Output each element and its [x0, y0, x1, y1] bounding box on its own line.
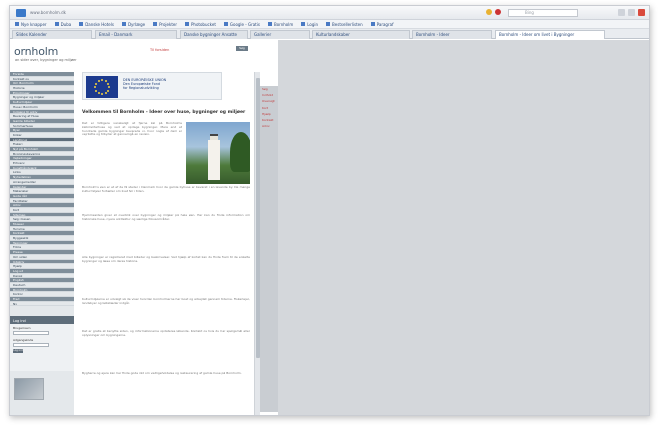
sidebar-item[interactable]: Ny — [10, 302, 74, 307]
favorite-link[interactable]: Duba — [54, 21, 72, 27]
favorite-link[interactable]: Login — [301, 22, 318, 27]
site-logo[interactable]: ornholm — [14, 45, 58, 58]
browser-icon — [16, 9, 26, 17]
star-icon — [107, 82, 110, 85]
favorite-icon — [301, 22, 306, 26]
login-button[interactable]: Log ind — [13, 349, 23, 353]
left-sidebar: Forside Kontakt os Om Bornholm Historie Erin… — [10, 72, 74, 415]
nav-list: Forside Kontakt os Om Bornholm Historie Erin… — [10, 72, 74, 307]
favorite-link[interactable]: Dyrlæge — [121, 21, 146, 27]
favorite-link[interactable]: Danske Hotels — [79, 22, 114, 27]
paragraph-1: Det er tidligere vanskeligt at fjerne ka… — [82, 122, 182, 137]
address-bar-row: www.bornholm.dk Bing — [10, 6, 649, 20]
favorite-link[interactable]: Paragraf — [370, 21, 394, 27]
favorite-link[interactable]: Bestsellerlisten — [326, 22, 363, 27]
search-button[interactable]: Søg — [236, 46, 248, 51]
password-field[interactable] — [13, 343, 49, 347]
browser-tab[interactable]: Bornholm - Ideer — [412, 30, 492, 39]
browser-window: www.bornholm.dk Bing Nye knapper Duba Dans… — [9, 5, 650, 416]
username-label: Brugernavn — [13, 326, 31, 330]
star-icon — [94, 82, 97, 85]
favorite-icon — [370, 22, 375, 26]
lighthouse-tower — [208, 140, 220, 180]
star-icon — [101, 93, 103, 95]
favorite-icon — [79, 22, 84, 26]
favorite-label: Paragraf — [376, 21, 394, 27]
password-label: Adgangskode — [13, 338, 34, 342]
favorite-label: Bestsellerlisten — [332, 21, 363, 27]
favorite-link[interactable]: Google - Gratis — [223, 21, 260, 27]
star-icon — [97, 92, 100, 95]
minimize-icon[interactable] — [618, 9, 625, 16]
sidebar-thumbnail[interactable] — [14, 378, 44, 400]
username-field[interactable] — [13, 331, 49, 335]
favorite-label: Duba — [60, 21, 72, 27]
favorite-icon — [326, 22, 331, 26]
favorites-bar: Nye knapper Duba Danske Hotels Dyrlæge Proje… — [10, 20, 649, 29]
favorite-icon — [223, 22, 228, 26]
star-icon — [94, 86, 96, 88]
favorite-icon — [54, 22, 59, 26]
web-page: ornholm an sider over, bygninger og milj… — [10, 40, 278, 415]
browser-tab[interactable]: Danske bygninger Ansatte — [180, 30, 248, 39]
lighthouse-photo — [186, 122, 250, 184]
star-icon — [108, 86, 110, 88]
address-input[interactable]: www.bornholm.dk — [30, 8, 120, 17]
window-controls — [618, 9, 645, 16]
star-icon — [107, 89, 110, 92]
browser-tab[interactable]: Gallerier — [250, 30, 310, 39]
eu-banner-text: DEN EUROPÆISKE UNION Den Europæiske Fond… — [123, 78, 167, 91]
tree — [230, 132, 250, 172]
favorite-link[interactable]: Photobucket — [185, 22, 216, 27]
star-icon — [94, 89, 97, 92]
favorites-star-icon[interactable] — [486, 9, 492, 15]
favorite-label: Dyrlæge — [127, 21, 146, 27]
paragraph-2: Bornholm's øen er et af de få steder i D… — [82, 186, 250, 193]
favorite-label: Projekter — [159, 21, 177, 27]
star-icon — [104, 92, 107, 95]
browser-tab[interactable]: Kulturlandskaber — [312, 30, 410, 39]
favorite-label: Login — [307, 21, 319, 27]
star-icon — [97, 79, 100, 82]
tab-bar: Slides Kalender Email - Danmark Danske byg… — [10, 29, 649, 39]
paragraph-7: Bygherre og ejere kan her finde gode råd… — [82, 372, 242, 375]
favorite-icon — [15, 22, 19, 26]
favorite-link[interactable]: Projekter — [153, 22, 177, 27]
browser-tab[interactable]: Slides Kalender — [12, 30, 92, 39]
favorite-label: Danske Hotels — [85, 21, 114, 27]
search-input[interactable]: Bing — [508, 9, 578, 17]
star-icon — [101, 79, 103, 81]
eu-flag-icon — [86, 76, 118, 98]
home-link[interactable]: Til forsiden — [150, 48, 169, 52]
paragraph-4: Alle bygninger er registreret med billed… — [82, 256, 250, 263]
paragraph-3: Hjemmesiden giver et overblik over bygni… — [82, 214, 250, 221]
eu-banner: DEN EUROPÆISKE UNION Den Europæiske Fond… — [82, 72, 222, 100]
browser-tab[interactable]: Bornholm - Ideer om livet i Bygninger — [495, 30, 605, 39]
paragraph-6: Det er gratis at benytte siden, og infor… — [82, 330, 250, 337]
site-tagline: an sider over, bygninger og miljøer — [15, 58, 77, 62]
stop-icon[interactable] — [495, 9, 501, 15]
empty-page-area — [278, 40, 649, 415]
main-content: DEN EUROPÆISKE UNION Den Europæiske Fond… — [76, 72, 254, 415]
paragraph-5: Kulturmiljøerne er udvalgt så de viser h… — [82, 298, 250, 305]
right-nav-link[interactable]: Arkiv — [260, 123, 278, 129]
favorite-link[interactable]: Bornholm — [267, 21, 294, 27]
close-icon[interactable] — [638, 9, 645, 16]
favorite-icon — [121, 22, 126, 26]
login-panel: Log ind Brugernavn Adgangskode Log ind — [10, 316, 74, 371]
page-viewport: ornholm an sider over, bygninger og milj… — [10, 40, 649, 415]
browser-tab[interactable]: Email - Danmark — [95, 30, 177, 39]
favorite-icon — [267, 22, 272, 26]
page-title: Velkommen til Bornholm - Ideer over huse… — [82, 110, 246, 115]
favorite-label: Photobucket — [191, 21, 216, 27]
maximize-icon[interactable] — [628, 9, 635, 16]
favorite-icon — [185, 22, 189, 26]
right-nav: Søg Indhold Oversigt Kort Hjælp Kontakt Arkiv — [260, 86, 278, 412]
favorite-label: Nye knapper — [21, 21, 47, 27]
star-icon — [104, 79, 107, 82]
favorite-label: Bornholm — [273, 21, 294, 27]
favorite-icon — [153, 22, 158, 26]
favorite-label: Google - Gratis — [229, 21, 260, 27]
favorite-link[interactable]: Nye knapper — [15, 22, 47, 27]
